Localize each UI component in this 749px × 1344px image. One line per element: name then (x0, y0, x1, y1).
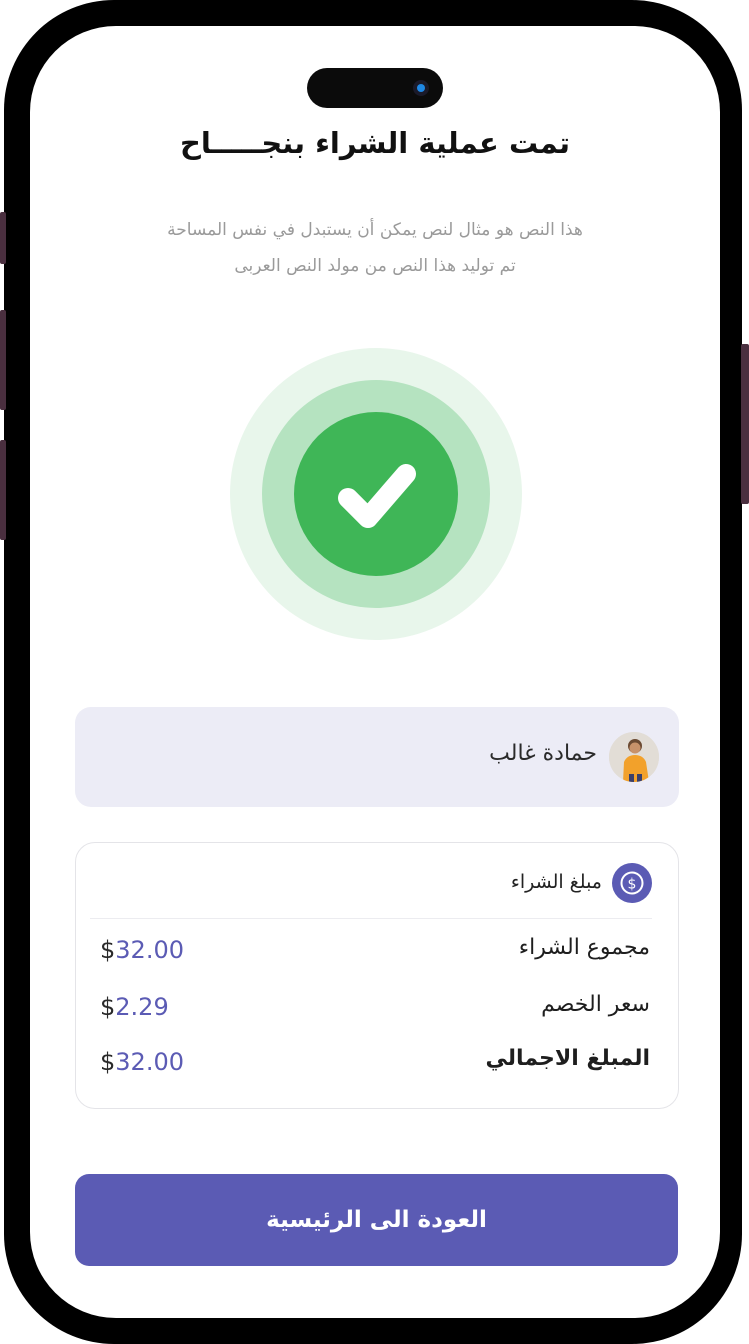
screen: تمت عملية الشراء بنجـــــاح هذا النص هو … (30, 26, 720, 1318)
row-label-subtotal: مجموع الشراء (518, 935, 650, 960)
amount-value: 32.00 (115, 1048, 184, 1076)
page-subtitle: هذا النص هو مثال لنص يمكن أن يستبدل في ن… (90, 212, 660, 284)
check-icon (338, 464, 416, 528)
side-button-left-1 (0, 212, 6, 264)
dynamic-island (307, 68, 443, 108)
success-indicator (230, 348, 522, 640)
subtitle-line-2: تم توليد هذا النص من مولد النص العربى (234, 256, 516, 276)
side-button-left-2 (0, 310, 6, 410)
amount-value: 2.29 (115, 993, 169, 1021)
user-card: حمادة غالب (75, 707, 679, 807)
purchase-summary-card: $ مبلغ الشراء مجموع الشراء $32.00 سعر ال… (75, 842, 679, 1109)
currency-symbol: $ (100, 993, 116, 1021)
row-label-discount: سعر الخصم (541, 992, 650, 1017)
row-amount-discount: $2.29 (100, 993, 169, 1021)
subtitle-line-1: هذا النص هو مثال لنص يمكن أن يستبدل في ن… (167, 220, 583, 240)
summary-heading: مبلغ الشراء (510, 871, 602, 893)
row-label-total: المبلغ الاجمالي (485, 1046, 650, 1071)
summary-divider (90, 918, 652, 919)
page-title: تمت عملية الشراء بنجـــــاح (180, 126, 570, 160)
dollar-icon: $ (612, 863, 652, 903)
currency-symbol: $ (100, 1048, 116, 1076)
svg-text:$: $ (628, 877, 637, 893)
amount-value: 32.00 (115, 936, 184, 964)
user-name: حمادة غالب (489, 741, 597, 766)
camera-icon (413, 80, 429, 96)
back-to-home-button[interactable]: العودة الى الرئيسية (75, 1174, 678, 1266)
currency-symbol: $ (100, 936, 116, 964)
user-avatar-icon (609, 732, 659, 782)
row-amount-subtotal: $32.00 (100, 936, 184, 964)
row-amount-total: $32.00 (100, 1048, 184, 1076)
user-avatar (609, 732, 659, 782)
side-button-right (741, 344, 749, 504)
side-button-left-3 (0, 440, 6, 540)
